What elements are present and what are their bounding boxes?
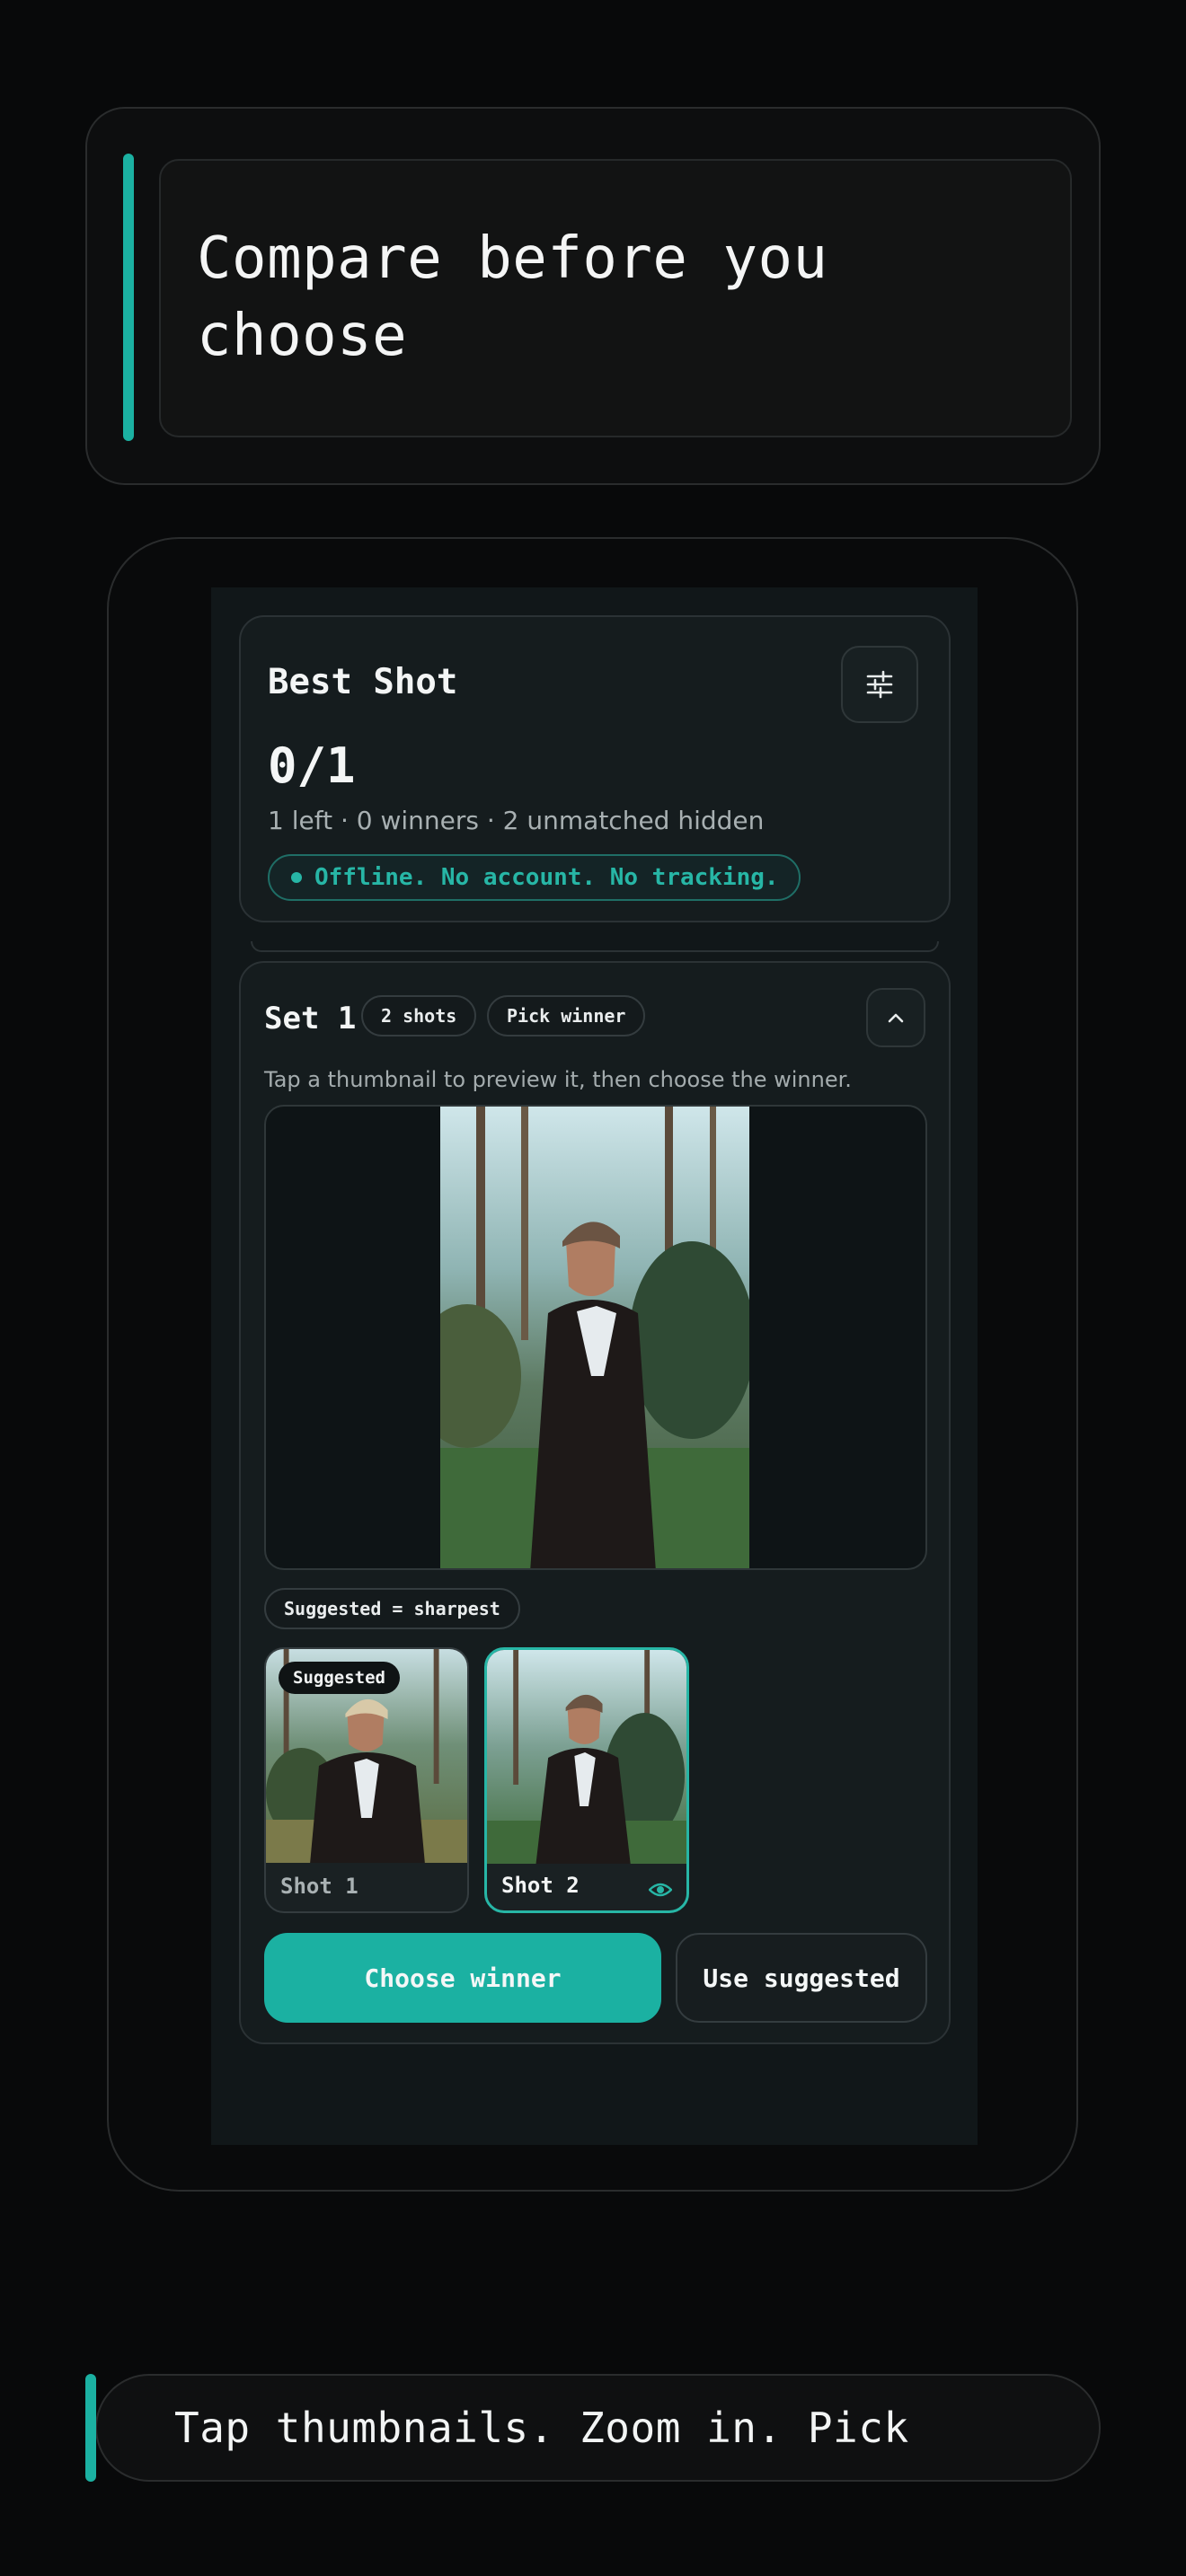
stacked-card-edge xyxy=(251,941,939,952)
app-title: Best Shot xyxy=(268,662,458,702)
hero-title: Compare before you choose xyxy=(197,220,1034,375)
hero-title-line-1: Compare before you xyxy=(197,225,828,292)
privacy-badge: Offline. No account. No tracking. xyxy=(268,854,801,901)
instruction-text: Tap a thumbnail to preview it, then choo… xyxy=(264,1067,852,1092)
preview-photo xyxy=(440,1107,749,1568)
summary-card: Best Shot 0/1 1 left · 0 winners · 2 unm… xyxy=(239,615,951,922)
thumbnail-shot-2[interactable]: Shot 2 xyxy=(484,1647,689,1913)
hero-card: Compare before you choose xyxy=(85,107,1101,485)
collapse-button[interactable] xyxy=(866,988,925,1047)
choose-winner-button[interactable]: Choose winner xyxy=(264,1933,661,2023)
suggested-badge: Suggested xyxy=(279,1662,400,1694)
set-title: Set 1 xyxy=(264,1001,357,1037)
filter-button[interactable] xyxy=(841,646,918,723)
caption-text: Tap thumbnails. Zoom in. Pick xyxy=(174,2404,909,2452)
eye-icon xyxy=(649,1883,672,1897)
progress-count: 0/1 xyxy=(268,737,356,794)
shots-count-chip: 2 shots xyxy=(361,995,477,1037)
mode-chip: Pick winner xyxy=(487,995,646,1037)
privacy-text: Offline. No account. No tracking. xyxy=(314,864,779,891)
set-card: Set 1 2 shots Pick winner Tap a thumbnai… xyxy=(239,961,951,2044)
app-screen: Best Shot 0/1 1 left · 0 winners · 2 unm… xyxy=(211,587,978,2145)
phone-frame: Best Shot 0/1 1 left · 0 winners · 2 unm… xyxy=(107,537,1078,2192)
chevron-up-icon xyxy=(888,1013,904,1023)
sliders-icon xyxy=(866,670,893,699)
use-suggested-button[interactable]: Use suggested xyxy=(676,1933,927,2023)
status-dot-icon xyxy=(291,872,302,883)
thumbnail-label: Shot 2 xyxy=(501,1873,580,1898)
thumbnail-label: Shot 1 xyxy=(280,1874,358,1899)
photo-preview[interactable] xyxy=(264,1105,927,1570)
thumbnail-shot-1[interactable]: Suggested Shot 1 xyxy=(264,1647,469,1913)
hero-accent-bar xyxy=(123,154,134,441)
caption-banner: Tap thumbnails. Zoom in. Pick xyxy=(95,2374,1101,2482)
thumbnail-photo xyxy=(487,1650,686,1864)
hero-title-line-2: choose xyxy=(197,303,408,369)
suggestion-rule-chip: Suggested = sharpest xyxy=(264,1588,520,1629)
hero-inner-panel: Compare before you choose xyxy=(159,159,1072,437)
banner-accent-bar xyxy=(85,2374,96,2482)
progress-summary: 1 left · 0 winners · 2 unmatched hidden xyxy=(268,806,765,835)
